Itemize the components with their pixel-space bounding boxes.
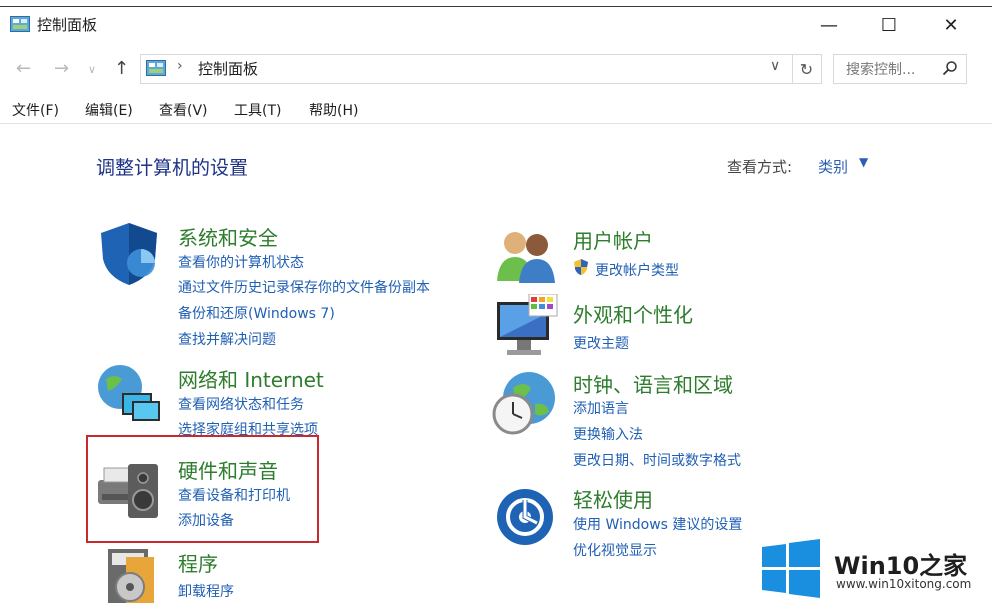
- uac-shield-icon: [574, 259, 588, 275]
- up-button[interactable]: ↑: [114, 58, 129, 79]
- refresh-button[interactable]: ↻: [792, 55, 820, 83]
- page-title: 调整计算机的设置: [96, 157, 249, 179]
- window-top-border: [0, 6, 992, 7]
- category-clock-language-region[interactable]: 时钟、语言和区域: [573, 369, 733, 398]
- minimize-button[interactable]: —: [806, 10, 852, 40]
- link-view-computer-status[interactable]: 查看你的计算机状态: [178, 252, 304, 272]
- forward-button[interactable]: →: [54, 58, 69, 79]
- link-backup-restore[interactable]: 备份和还原(Windows 7): [178, 303, 335, 323]
- control-panel-icon: [10, 16, 30, 32]
- category-network-internet[interactable]: 网络和 Internet: [178, 364, 324, 393]
- link-change-date-time-format[interactable]: 更改日期、时间或数字格式: [573, 450, 741, 470]
- category-appearance-personalization[interactable]: 外观和个性化: [573, 299, 693, 328]
- link-optimize-display[interactable]: 优化视觉显示: [573, 540, 657, 560]
- menu-help[interactable]: 帮助(H): [309, 100, 358, 120]
- link-file-history[interactable]: 通过文件历史记录保存你的文件备份副本: [178, 277, 430, 297]
- maximize-button[interactable]: ☐: [866, 10, 912, 40]
- users-icon[interactable]: [495, 229, 557, 283]
- category-ease-of-access[interactable]: 轻松使用: [573, 484, 653, 513]
- link-uninstall-program[interactable]: 卸载程序: [178, 581, 234, 601]
- search-placeholder: 搜索控制...: [846, 62, 916, 78]
- network-globe-icon[interactable]: [96, 363, 162, 425]
- ease-of-access-icon[interactable]: [495, 487, 555, 547]
- category-user-accounts[interactable]: 用户帐户: [573, 225, 653, 254]
- link-change-account-type[interactable]: 更改帐户类型: [595, 260, 679, 280]
- breadcrumb-separator[interactable]: ›: [177, 58, 183, 74]
- clock-globe-icon[interactable]: [491, 370, 557, 436]
- shield-icon[interactable]: [97, 221, 161, 287]
- menu-tools[interactable]: 工具(T): [234, 100, 281, 120]
- breadcrumb-control-panel[interactable]: 控制面板: [198, 58, 258, 79]
- highlight-box: [86, 435, 319, 543]
- address-dropdown-icon[interactable]: ∨: [770, 58, 780, 74]
- monitor-palette-icon[interactable]: [495, 294, 559, 360]
- back-button[interactable]: ←: [16, 58, 31, 79]
- window-title: 控制面板: [37, 16, 98, 34]
- recent-locations-button[interactable]: ∨: [88, 63, 96, 76]
- watermark-brand: Win10之家: [834, 552, 968, 580]
- link-network-status[interactable]: 查看网络状态和任务: [178, 394, 304, 414]
- menu-bar: [0, 92, 992, 124]
- view-by-dropdown[interactable]: 类别: [818, 156, 848, 177]
- link-change-theme[interactable]: 更改主题: [573, 333, 629, 353]
- search-icon[interactable]: [942, 60, 958, 76]
- menu-file[interactable]: 文件(F): [12, 100, 59, 120]
- link-troubleshoot[interactable]: 查找并解决问题: [178, 329, 276, 349]
- category-programs[interactable]: 程序: [178, 548, 218, 577]
- control-panel-icon: [146, 60, 166, 76]
- link-recommended-settings[interactable]: 使用 Windows 建议的设置: [573, 514, 742, 534]
- programs-disc-icon[interactable]: [104, 547, 158, 607]
- menu-view[interactable]: 查看(V): [159, 100, 208, 120]
- view-by-label: 查看方式:: [727, 158, 793, 176]
- category-system-security[interactable]: 系统和安全: [178, 222, 278, 251]
- link-change-input-method[interactable]: 更换输入法: [573, 424, 643, 444]
- caret-down-icon[interactable]: ▼: [859, 155, 868, 169]
- menu-edit[interactable]: 编辑(E): [85, 100, 133, 120]
- windows-logo-icon: [762, 539, 820, 598]
- link-add-language[interactable]: 添加语言: [573, 398, 629, 418]
- close-button[interactable]: ✕: [928, 10, 974, 40]
- watermark-url: www.win10xitong.com: [836, 577, 972, 591]
